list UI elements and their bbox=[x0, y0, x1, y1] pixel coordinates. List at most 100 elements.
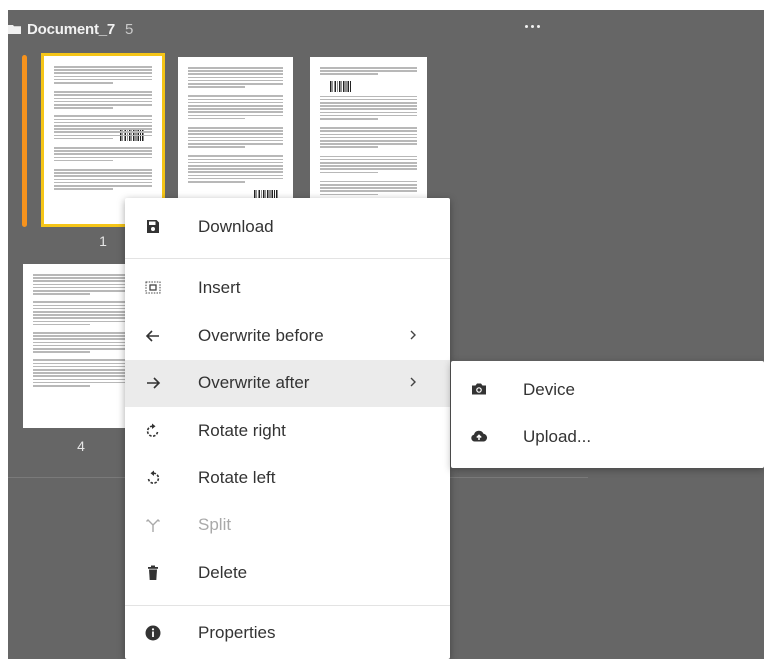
thumbnail-text-line bbox=[54, 97, 152, 100]
thumbnail-text-line bbox=[320, 180, 417, 183]
thumbnail-text-line bbox=[188, 133, 283, 135]
menu-item-overwrite-after[interactable]: Overwrite after bbox=[125, 360, 450, 407]
arrow-left-icon bbox=[143, 326, 163, 346]
menu-item-label: Rotate left bbox=[198, 468, 276, 487]
save-icon bbox=[143, 217, 163, 237]
thumbnail-text-line bbox=[188, 117, 245, 120]
thumbnail-text-line bbox=[320, 193, 379, 196]
thumbnail-text-line bbox=[33, 323, 90, 326]
thumbnail-text-line bbox=[188, 155, 283, 157]
split-icon bbox=[143, 515, 163, 535]
document-header: Document_7 5 bbox=[8, 18, 133, 40]
thumbnail-text-line bbox=[188, 174, 283, 177]
thumbnail-text-line bbox=[188, 114, 283, 117]
thumbnail-text-line bbox=[33, 338, 128, 340]
thumbnail-text-line bbox=[188, 130, 283, 132]
thumbnail-text-line bbox=[54, 159, 113, 162]
thumbnail-text-line bbox=[320, 162, 417, 164]
thumbnail-text-line bbox=[54, 181, 152, 184]
thumbnail-text-line bbox=[54, 75, 152, 78]
thumbnail-text-line bbox=[320, 111, 417, 114]
page-thumbnail[interactable] bbox=[310, 57, 427, 207]
menu-item-split[interactable]: Split bbox=[125, 502, 450, 549]
thumbnail-text-line bbox=[188, 108, 283, 110]
chevron-right-icon bbox=[407, 374, 419, 390]
thumbnail-text-line bbox=[33, 341, 128, 344]
thumbnail-text-line bbox=[320, 140, 417, 142]
thumbnail-text-line bbox=[33, 317, 128, 319]
document-title: Document_7 bbox=[27, 20, 116, 38]
thumbnail-text-line bbox=[54, 153, 152, 155]
thumbnail-text-line bbox=[33, 274, 128, 276]
menu-item-overwrite-before[interactable]: Overwrite before bbox=[125, 313, 450, 360]
page-thumbnail[interactable] bbox=[178, 57, 293, 207]
submenu-item-upload[interactable]: Upload... bbox=[451, 414, 764, 460]
menu-item-rotate-left[interactable]: Rotate left bbox=[125, 455, 450, 502]
page-count-badge: 5 bbox=[125, 20, 134, 38]
thumbnail-text-line bbox=[33, 301, 128, 303]
thumbnail-text-line bbox=[188, 67, 283, 69]
thumbnail-text-line bbox=[54, 69, 152, 71]
thumbnail-text-line bbox=[320, 118, 379, 120]
thumbnail-text-line bbox=[33, 351, 90, 353]
thumbnail-text-line bbox=[320, 67, 417, 69]
thumbnail-text-line bbox=[54, 131, 152, 133]
thumbnail-text-line bbox=[320, 168, 417, 170]
thumbnail-text-line bbox=[33, 385, 90, 387]
thumbnail-text-line bbox=[33, 332, 128, 334]
insert-page-icon bbox=[143, 278, 163, 298]
menu-item-label: Properties bbox=[198, 623, 276, 642]
thumbnail-text-line bbox=[320, 187, 417, 189]
thumbnail-text-line bbox=[188, 101, 283, 104]
folder-icon bbox=[8, 24, 21, 34]
menu-item-rotate-right[interactable]: Rotate right bbox=[125, 408, 450, 455]
thumbnail-text-line bbox=[188, 146, 245, 148]
thumbnail-text-line bbox=[33, 372, 128, 374]
thumbnail-text-line bbox=[320, 184, 417, 186]
thumbnail-text-line bbox=[54, 72, 152, 74]
page-thumbnail[interactable] bbox=[23, 264, 138, 428]
thumbnail-text-line bbox=[54, 150, 152, 152]
thumbnail-text-line bbox=[188, 83, 283, 85]
thumbnail-text-line bbox=[33, 348, 128, 350]
submenu-item-device[interactable]: Device bbox=[451, 367, 764, 413]
thumbnail-text-line bbox=[33, 365, 128, 368]
thumbnail-text-line bbox=[188, 165, 283, 167]
thumbnail-text-line bbox=[320, 105, 417, 107]
thumbnail-text-line bbox=[320, 95, 417, 98]
thumbnail-text-line bbox=[320, 102, 417, 104]
thumbnail-text-line bbox=[54, 94, 152, 96]
thumbnail-barcode bbox=[330, 80, 352, 92]
rotate-left-icon bbox=[143, 468, 163, 488]
thumbnail-text-line bbox=[188, 161, 283, 164]
chevron-right-icon bbox=[407, 327, 419, 343]
context-menu: Download Insert Overwrite before Overwri… bbox=[125, 198, 450, 659]
thumbnail-text-line bbox=[54, 100, 152, 103]
thumbnail-text-line bbox=[33, 375, 128, 377]
thumbnail-text-line bbox=[320, 190, 417, 192]
thumbnail-text-line bbox=[33, 359, 128, 361]
menu-item-download[interactable]: Download bbox=[125, 204, 450, 251]
thumbnail-text-line bbox=[33, 311, 128, 313]
trash-icon bbox=[143, 563, 163, 583]
thumbnail-text-line bbox=[188, 127, 283, 129]
thumbnail-text-line bbox=[54, 118, 152, 121]
thumbnail-text-line bbox=[188, 79, 283, 82]
submenu-item-label: Upload... bbox=[523, 427, 592, 446]
menu-item-insert[interactable]: Insert bbox=[125, 265, 450, 312]
thumbnail-text-line bbox=[188, 73, 283, 75]
thumbnail-text-line bbox=[54, 66, 152, 68]
thumbnail-text-line bbox=[320, 146, 379, 148]
thumbnail-text-line bbox=[54, 188, 113, 190]
page-number-label: 1 bbox=[99, 233, 107, 249]
thumbnail-text-line bbox=[33, 293, 90, 295]
selection-indicator bbox=[22, 55, 27, 227]
menu-item-delete[interactable]: Delete bbox=[125, 550, 450, 597]
more-options-icon[interactable] bbox=[522, 16, 544, 36]
thumbnail-text-line bbox=[188, 98, 283, 101]
thumbnail-text-line bbox=[54, 172, 152, 174]
thumbnail-text-line bbox=[320, 171, 379, 174]
cloud-upload-icon bbox=[469, 426, 489, 446]
menu-item-properties[interactable]: Properties bbox=[125, 610, 450, 657]
thumbnail-text-line bbox=[54, 185, 152, 187]
